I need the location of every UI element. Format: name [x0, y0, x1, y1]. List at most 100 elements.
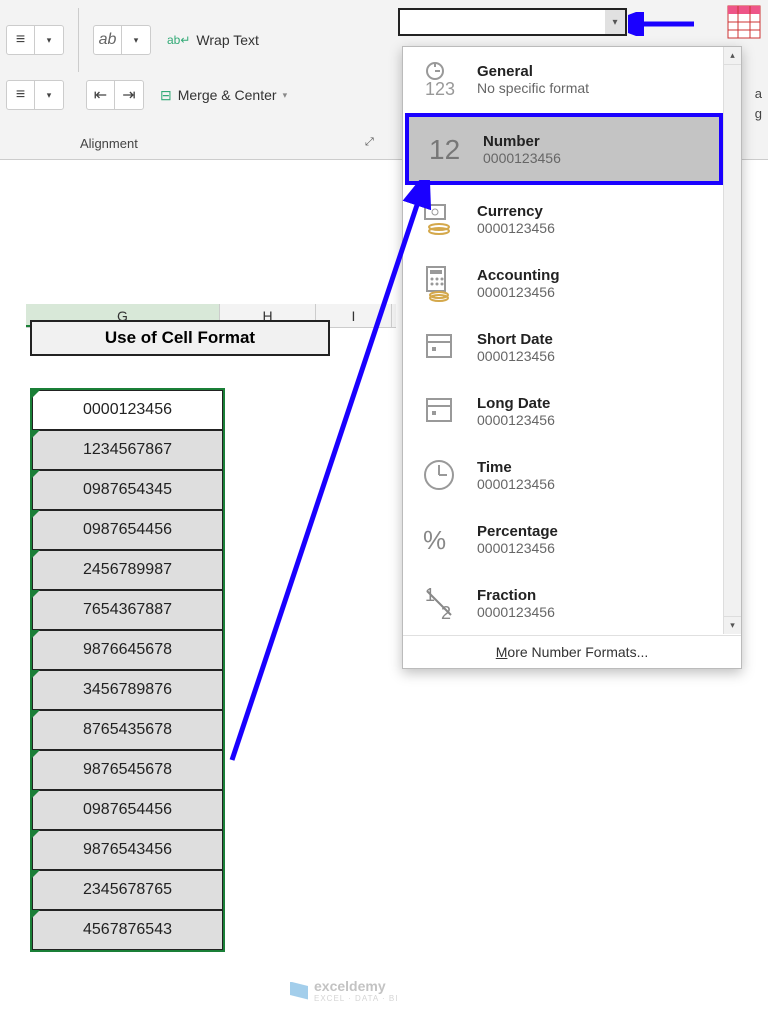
format-option-title: Long Date	[477, 395, 555, 412]
format-option-number[interactable]: 12 Number0000123456	[405, 113, 723, 185]
data-cell[interactable]: 0987654345	[32, 470, 223, 510]
format-option-longdate[interactable]: Long Date0000123456	[403, 379, 741, 443]
format-option-preview: 0000123456	[483, 150, 561, 166]
percentage-icon: %	[417, 517, 461, 561]
number-format-combo[interactable]: ▾	[398, 8, 627, 36]
format-option-general[interactable]: 123 GeneralNo specific format	[403, 47, 741, 111]
format-option-text: Fraction0000123456	[477, 587, 555, 620]
data-cell[interactable]: 0000123456	[32, 390, 223, 430]
format-option-time[interactable]: Time0000123456	[403, 443, 741, 507]
data-cell[interactable]: 9876545678	[32, 750, 223, 790]
svg-text:123: 123	[425, 79, 455, 99]
watermark-name: exceldemy	[314, 978, 398, 994]
more-label-rest: ore Number Formats...	[507, 644, 648, 660]
error-indicator-icon	[32, 710, 40, 718]
indent-group: ⇤ ⇥	[86, 80, 144, 110]
time-icon	[417, 453, 461, 497]
format-option-preview: 0000123456	[477, 348, 555, 364]
data-cell[interactable]: 0987654456	[32, 510, 223, 550]
truncated-char-2: g	[755, 106, 762, 121]
error-indicator-icon	[32, 630, 40, 638]
merge-dropdown-icon: ▾	[283, 90, 288, 101]
divider	[78, 8, 79, 72]
orientation-dropdown[interactable]: ▾	[122, 26, 150, 54]
decrease-indent-button[interactable]: ⇤	[87, 81, 115, 109]
scroll-down-button[interactable]: ▾	[724, 616, 741, 634]
scroll-up-button[interactable]: ▴	[724, 47, 741, 65]
error-indicator-icon	[32, 590, 40, 598]
title-box: Use of Cell Format	[30, 320, 330, 356]
shortdate-icon	[417, 325, 461, 369]
accounting-icon	[417, 261, 461, 305]
format-option-text: Number0000123456	[483, 133, 561, 166]
format-option-preview: 0000123456	[477, 284, 560, 300]
format-option-title: Accounting	[477, 267, 560, 284]
merge-center-button[interactable]: ⊟ Merge & Center ▾	[150, 81, 297, 109]
error-indicator-icon	[32, 870, 40, 878]
format-option-title: Time	[477, 459, 555, 476]
watermark: exceldemy EXCEL · DATA · BI	[290, 978, 398, 1003]
more-number-formats[interactable]: More Number Formats...	[403, 635, 741, 668]
alignment-dialog-launcher[interactable]: ⤢	[365, 136, 374, 149]
data-cell[interactable]: 3456789876	[32, 670, 223, 710]
merge-icon: ⊟	[160, 87, 172, 104]
increase-indent-button[interactable]: ⇥	[115, 81, 143, 109]
align-top-button[interactable]: ≡	[7, 81, 35, 109]
data-cell[interactable]: 7654367887	[32, 590, 223, 630]
dropdown-scrollbar[interactable]: ▴ ▾	[723, 47, 741, 634]
wrap-text-button[interactable]: ab↵ Wrap Text	[157, 26, 269, 54]
align-h-group: ≡ ▾	[6, 25, 64, 55]
svg-text:%: %	[423, 525, 446, 555]
svg-text:12: 12	[429, 134, 460, 165]
merge-center-label: Merge & Center	[178, 87, 277, 103]
error-indicator-icon	[32, 750, 40, 758]
error-indicator-icon	[32, 470, 40, 478]
format-option-text: Accounting 0000123456	[477, 267, 560, 300]
fraction-icon: 12	[417, 581, 461, 625]
data-cell[interactable]: 2345678765	[32, 870, 223, 910]
data-cell[interactable]: 8765435678	[32, 710, 223, 750]
format-option-text: Percentage0000123456	[477, 523, 558, 556]
error-indicator-icon	[32, 550, 40, 558]
truncated-char-1: a	[755, 86, 762, 101]
data-cell[interactable]: 4567876543	[32, 910, 223, 950]
data-cell[interactable]: 1234567867	[32, 430, 223, 470]
format-option-fraction[interactable]: 12 Fraction0000123456	[403, 571, 741, 635]
title-text: Use of Cell Format	[105, 328, 255, 348]
format-option-preview: 0000123456	[477, 540, 558, 556]
data-cell[interactable]: 9876645678	[32, 630, 223, 670]
wrap-text-icon: ab↵	[167, 33, 190, 47]
format-option-preview: 0000123456	[477, 604, 555, 620]
format-option-text: Currency0000123456	[477, 203, 555, 236]
format-option-text: Time0000123456	[477, 459, 555, 492]
data-selection[interactable]: 0000123456123456786709876543450987654456…	[30, 388, 225, 952]
format-option-preview: 0000123456	[477, 412, 555, 428]
align-v-group: ≡ ▾	[6, 80, 64, 110]
format-option-text: GeneralNo specific format	[477, 63, 589, 96]
data-cell[interactable]: 9876543456	[32, 830, 223, 870]
error-indicator-icon	[32, 390, 40, 398]
data-cell[interactable]: 0987654456	[32, 790, 223, 830]
format-option-preview: 0000123456	[477, 476, 555, 492]
format-option-currency[interactable]: Currency0000123456	[403, 187, 741, 251]
format-option-title: Number	[483, 133, 561, 150]
format-as-table-icon[interactable]	[726, 4, 762, 40]
svg-text:2: 2	[441, 603, 451, 623]
orientation-button[interactable]: ab	[94, 26, 122, 54]
number-format-dropdown-button[interactable]: ▾	[605, 10, 625, 34]
format-option-shortdate[interactable]: Short Date0000123456	[403, 315, 741, 379]
longdate-icon	[417, 389, 461, 433]
wrap-text-label: Wrap Text	[196, 32, 259, 48]
data-cell[interactable]: 2456789987	[32, 550, 223, 590]
currency-icon	[417, 197, 461, 241]
number-format-value	[400, 10, 605, 34]
format-option-text: Long Date0000123456	[477, 395, 555, 428]
align-left-button[interactable]: ≡	[7, 26, 35, 54]
align-dropdown[interactable]: ▾	[35, 26, 63, 54]
error-indicator-icon	[32, 910, 40, 918]
format-option-percentage[interactable]: % Percentage0000123456	[403, 507, 741, 571]
align-v-dropdown[interactable]: ▾	[35, 81, 63, 109]
format-option-accounting[interactable]: Accounting 0000123456	[403, 251, 741, 315]
format-option-preview: 0000123456	[477, 220, 555, 236]
number-icon: 12	[423, 127, 467, 171]
